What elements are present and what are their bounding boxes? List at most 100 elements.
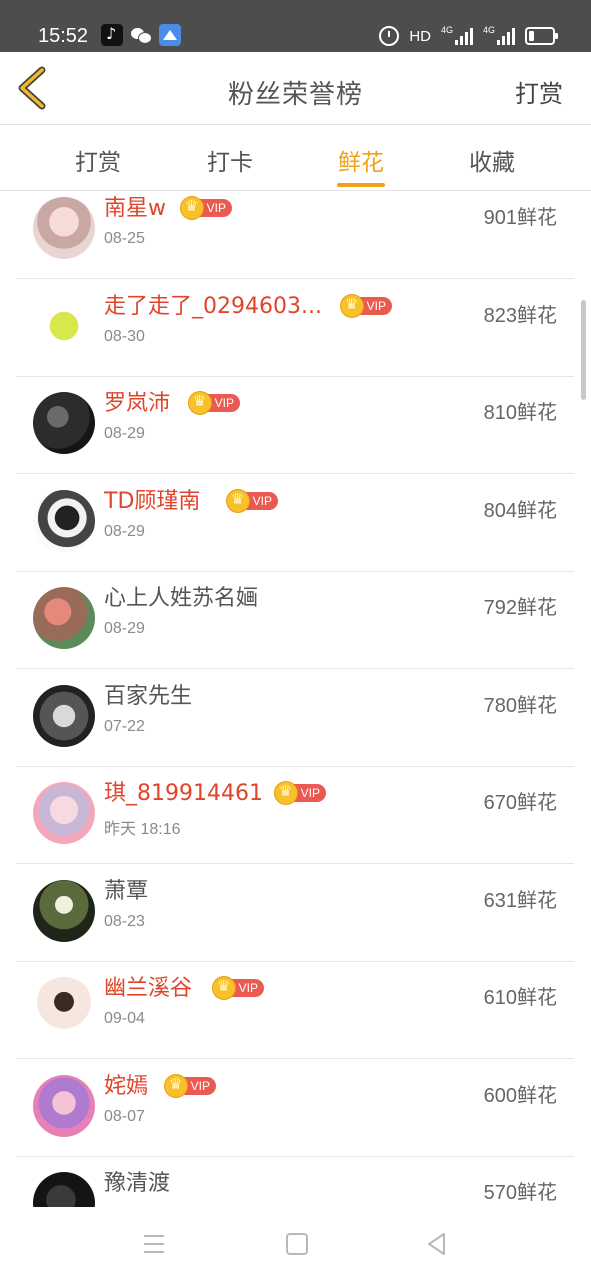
- fan-date: 08-29: [104, 620, 145, 637]
- fan-name[interactable]: TD顾瑾南: [104, 487, 200, 517]
- fan-ranking-list[interactable]: 南星wVIP08-25901鲜花走了走了_0294603...VIP08-308…: [0, 191, 591, 1207]
- avatar[interactable]: [33, 782, 95, 844]
- flower-count: 804鲜花: [484, 494, 557, 523]
- flower-count: 570鲜花: [484, 1176, 557, 1205]
- list-item[interactable]: 心上人姓苏名婳 08-29 792鲜花: [16, 571, 574, 669]
- flower-count-value: 631: [483, 889, 517, 912]
- list-item[interactable]: 萧覃 08-23 631鲜花: [16, 864, 574, 962]
- fan-date: 09-04: [104, 1010, 145, 1027]
- app-header: 粉丝荣誉榜 打赏: [0, 52, 591, 125]
- signal-icon-2: 4G: [483, 25, 515, 45]
- menu-icon[interactable]: [142, 1231, 168, 1257]
- avatar[interactable]: [33, 1172, 95, 1207]
- crown-icon: [180, 196, 204, 220]
- wechat-icon: [130, 24, 152, 46]
- flower-count: 901鲜花: [484, 201, 557, 230]
- list-item[interactable]: 罗岚沛 VIP 08-29 810鲜花: [16, 376, 574, 474]
- list-item[interactable]: 豫清渡 570鲜花: [16, 1156, 574, 1207]
- vip-badge: VIP: [164, 1073, 218, 1098]
- flower-unit: 鲜花: [517, 887, 557, 912]
- flower-count: 631鲜花: [484, 884, 557, 913]
- vip-badge: VIP: [226, 488, 280, 513]
- avatar[interactable]: [33, 294, 95, 357]
- fan-date: 08-29: [104, 522, 145, 540]
- flower-unit: 鲜花: [517, 400, 557, 424]
- crown-icon: [274, 781, 298, 805]
- list-item[interactable]: 走了走了_0294603... VIP 08-30 823鲜花: [16, 279, 574, 377]
- flower-count: 600鲜花: [484, 1079, 557, 1108]
- flower-count-value: 610: [483, 987, 517, 1009]
- fan-name[interactable]: 萧覃: [104, 877, 148, 907]
- flower-count-value: 901: [483, 207, 517, 229]
- flower-unit: 鲜花: [517, 692, 557, 717]
- flower-unit: 鲜花: [517, 205, 557, 229]
- avatar[interactable]: [33, 197, 95, 259]
- fan-name[interactable]: 走了走了_0294603...: [104, 292, 322, 322]
- flower-count-value: 780: [483, 694, 517, 717]
- vip-badge: VIP: [340, 293, 394, 318]
- avatar[interactable]: [33, 489, 95, 552]
- fan-name[interactable]: 姹嫣: [104, 1072, 148, 1102]
- avatar[interactable]: [33, 587, 95, 649]
- crown-icon: [340, 293, 364, 318]
- signal-icon: 4G: [441, 25, 473, 45]
- tab-favorites[interactable]: 收藏: [447, 143, 537, 177]
- list-item[interactable]: 幽兰溪谷 VIP 09-04 610鲜花: [16, 961, 574, 1059]
- crown-icon: [188, 391, 212, 415]
- list-item[interactable]: 姹嫣 VIP 08-07 600鲜花: [16, 1059, 574, 1157]
- avatar[interactable]: [33, 1074, 95, 1137]
- list-item[interactable]: 琪_819914461 VIP 昨天 18:16 670鲜花: [16, 766, 574, 864]
- flower-unit: 鲜花: [517, 985, 557, 1009]
- fan-date: 08-25: [104, 230, 145, 247]
- network-label: 4G: [441, 25, 454, 35]
- battery-icon: [525, 27, 558, 45]
- flower-count: 610鲜花: [484, 981, 557, 1010]
- fan-date: 08-23: [104, 912, 145, 930]
- avatar[interactable]: [33, 977, 95, 1039]
- flower-count-value: 823: [483, 304, 517, 327]
- scrollbar[interactable]: [581, 300, 586, 400]
- fan-date: 昨天 18:16: [104, 821, 181, 838]
- flower-count-value: 600: [483, 1084, 517, 1107]
- list-item[interactable]: TD顾瑾南 VIP 08-29 804鲜花: [16, 474, 574, 572]
- fan-name[interactable]: 琪_819914461: [104, 779, 263, 809]
- vip-badge: VIP: [212, 976, 266, 1000]
- vip-badge: VIP: [188, 391, 242, 415]
- flower-count: 810鲜花: [484, 396, 557, 425]
- fan-name[interactable]: 罗岚沛: [104, 389, 170, 419]
- flower-count: 670鲜花: [484, 786, 557, 815]
- fan-name[interactable]: 幽兰溪谷: [104, 974, 192, 1004]
- reward-button[interactable]: 打赏: [515, 74, 563, 109]
- crown-icon: [226, 488, 250, 513]
- tab-reward[interactable]: 打赏: [53, 143, 143, 177]
- flower-unit: 鲜花: [517, 790, 557, 814]
- fan-name[interactable]: 百家先生: [104, 682, 192, 712]
- list-item[interactable]: 南星w VIP 08-25 901鲜花: [16, 191, 574, 279]
- vip-badge: VIP: [180, 196, 234, 220]
- fan-name[interactable]: 南星w: [104, 194, 166, 224]
- status-bar: 15:52 HD 4G 4G: [0, 0, 591, 52]
- avatar[interactable]: [33, 392, 95, 454]
- home-icon[interactable]: [284, 1231, 310, 1257]
- list-item[interactable]: 百家先生 07-22 780鲜花: [16, 669, 574, 767]
- flower-unit: 鲜花: [517, 497, 557, 522]
- flower-unit: 鲜花: [517, 1082, 557, 1107]
- flower-count: 792鲜花: [484, 591, 557, 620]
- fan-name[interactable]: 豫清渡: [104, 1169, 170, 1199]
- flower-count-value: 804: [483, 499, 517, 522]
- flower-unit: 鲜花: [517, 595, 557, 619]
- avatar[interactable]: [33, 879, 95, 942]
- tab-flowers[interactable]: 鲜花: [316, 143, 406, 177]
- navigation-icon: [159, 24, 181, 46]
- flower-count: 780鲜花: [484, 689, 557, 718]
- flower-count-value: 670: [483, 792, 517, 814]
- tiktok-icon: [101, 24, 123, 46]
- back-triangle-icon[interactable]: [424, 1231, 450, 1257]
- fan-name[interactable]: 心上人姓苏名婳: [104, 584, 258, 614]
- avatar[interactable]: [33, 684, 95, 747]
- flower-count-value: 810: [483, 402, 517, 424]
- tab-bar: 打赏 打卡 鲜花 收藏: [0, 125, 591, 191]
- hd-label: HD: [409, 27, 431, 45]
- tab-checkin[interactable]: 打卡: [185, 143, 275, 177]
- vip-badge: VIP: [274, 781, 328, 805]
